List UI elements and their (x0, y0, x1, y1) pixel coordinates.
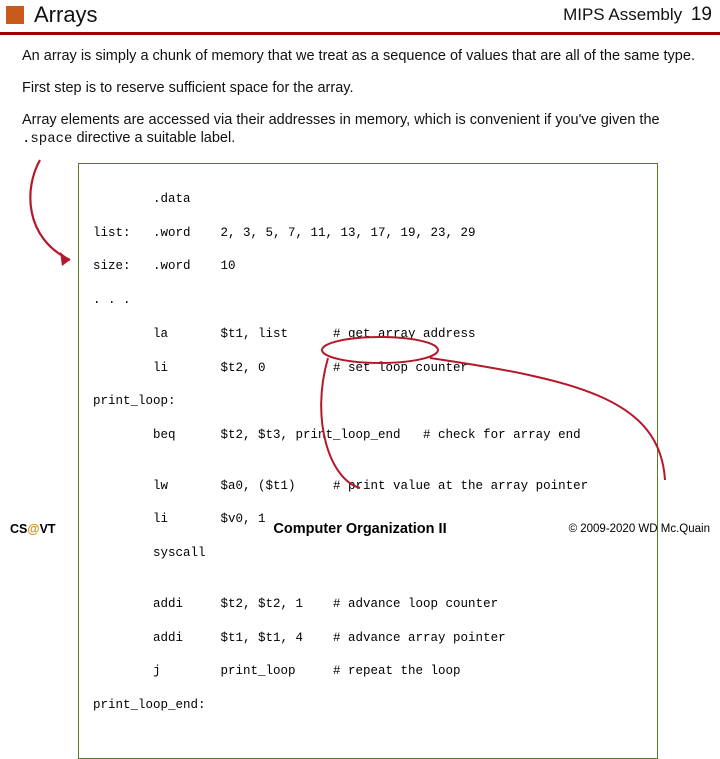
slide-body: An array is simply a chunk of memory tha… (0, 35, 720, 759)
code-line: size: .word 10 (93, 258, 643, 275)
p3-text-a: Array elements are accessed via their ad… (22, 112, 660, 128)
slide-title: Arrays (34, 2, 563, 28)
code-line: li $t2, 0 # set loop counter (93, 360, 643, 377)
slide-footer: CS@VT Computer Organization II © 2009-20… (0, 522, 720, 536)
paragraph-3: Array elements are accessed via their ad… (22, 111, 698, 149)
footer-copyright: © 2009-2020 WD Mc.Quain (569, 523, 710, 535)
footer-vt: VT (40, 522, 56, 536)
code-listing: .data list: .word 2, 3, 5, 7, 11, 13, 17… (78, 163, 658, 759)
code-line: beq $t2, $t3, print_loop_end # check for… (93, 427, 643, 444)
code-line: list: .word 2, 3, 5, 7, 11, 13, 17, 19, … (93, 225, 643, 242)
course-label: MIPS Assembly (563, 5, 682, 24)
footer-at: @ (27, 522, 39, 536)
code-line: addi $t2, $t2, 1 # advance loop counter (93, 596, 643, 613)
p3-code: .space (22, 131, 72, 147)
page-number: 19 (691, 4, 712, 25)
code-line: lw $a0, ($t1) # print value at the array… (93, 478, 643, 495)
code-line: j print_loop # repeat the loop (93, 663, 643, 680)
footer-left: CS@VT (10, 522, 56, 536)
footer-center: Computer Organization II (273, 521, 446, 537)
code-line: syscall (93, 545, 643, 562)
paragraph-2: First step is to reserve sufficient spac… (22, 79, 698, 97)
paragraph-1: An array is simply a chunk of memory tha… (22, 47, 698, 65)
code-line: addi $t1, $t1, 4 # advance array pointer (93, 630, 643, 647)
p3-text-b: directive a suitable label. (72, 130, 235, 146)
slide-header: Arrays MIPS Assembly 19 (0, 0, 720, 35)
code-line: la $t1, list # get array address (93, 326, 643, 343)
code-line: .data (93, 191, 643, 208)
footer-cs: CS (10, 522, 27, 536)
code-line: print_loop_end: (93, 697, 643, 714)
code-line: . . . (93, 292, 643, 309)
code-line: print_loop: (93, 393, 643, 410)
header-right: MIPS Assembly 19 (563, 4, 712, 26)
header-bullet-icon (6, 6, 24, 24)
